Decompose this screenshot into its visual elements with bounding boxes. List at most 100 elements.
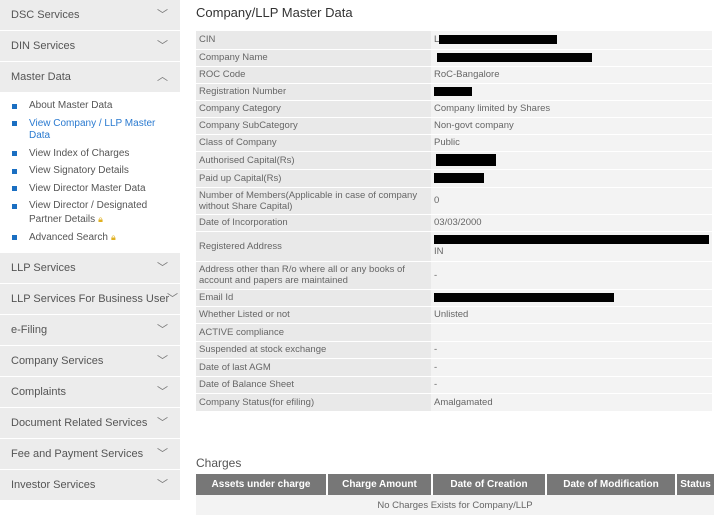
sidebar-item-llp-services-business-user[interactable]: LLP Services For Business User ﹀: [0, 283, 180, 314]
field-value: 0: [431, 187, 712, 215]
submenu-label: View Company / LLP Master Data: [29, 117, 156, 142]
submenu-about-master-data[interactable]: About Master Data: [0, 98, 180, 116]
field-label: Registration Number: [196, 83, 431, 101]
submenu-view-director-master-data[interactable]: View Director Master Data: [0, 181, 180, 199]
chevron-down-icon: ﹀: [157, 9, 168, 21]
redacted-block: [437, 52, 592, 62]
column-header: Charge Amount: [327, 474, 433, 495]
field-value: -: [431, 358, 712, 377]
field-label: Company Status(for efiling): [196, 393, 431, 412]
square-bullet-icon: [12, 186, 17, 191]
sidebar-item-master-data[interactable]: Master Data ︿: [0, 62, 180, 92]
chevron-up-icon: ︿: [157, 71, 168, 83]
submenu-label: View Signatory Details: [29, 165, 129, 176]
sidebar-item-company-services[interactable]: Company Services ﹀: [0, 345, 180, 376]
field-label: Suspended at stock exchange: [196, 341, 431, 359]
square-bullet-icon: [12, 151, 17, 156]
table-row: ACTIVE compliance: [196, 323, 712, 342]
charges-table: Assets under charge Charge Amount Date o…: [196, 474, 714, 515]
chevron-down-icon: ﹀: [157, 40, 168, 52]
submenu-view-index-of-charges[interactable]: View Index of Charges: [0, 146, 180, 164]
field-label: Registered Address: [196, 231, 431, 262]
sidebar-item-investor-services[interactable]: Investor Services ﹀: [0, 469, 180, 500]
field-value: -: [431, 376, 712, 394]
column-header: Assets under charge: [196, 474, 328, 495]
chevron-down-icon: ﹀: [157, 261, 168, 274]
sidebar-item-label: Document Related Services: [11, 416, 148, 429]
column-header: Status: [676, 474, 714, 495]
sidebar-item-din-services[interactable]: DIN Services ﹀: [0, 31, 180, 61]
field-value: 03/03/2000: [431, 214, 712, 232]
sidebar-item-llp-services[interactable]: LLP Services ﹀: [0, 252, 180, 283]
field-label: Email Id: [196, 289, 431, 307]
field-value: [431, 169, 712, 188]
table-row: Registration Number: [196, 83, 712, 101]
table-row: Paid up Capital(Rs): [196, 169, 712, 188]
column-header: Date of Modification: [546, 474, 677, 495]
field-label: ROC Code: [196, 66, 431, 84]
square-bullet-icon: [12, 234, 17, 240]
lock-icon: 🔒︎: [110, 232, 116, 242]
table-row: Address other than R/o where all or any …: [196, 261, 712, 290]
empty-message: No Charges Exists for Company/LLP: [196, 495, 714, 515]
redacted-block: [434, 292, 614, 302]
field-label: Number of Members(Applicable in case of …: [196, 187, 431, 215]
sidebar-item-dsc-services[interactable]: DSC Services ﹀: [0, 0, 180, 30]
field-label: CIN: [196, 31, 431, 50]
charges-header-row: Assets under charge Charge Amount Date o…: [196, 474, 714, 495]
sidebar: DSC Services ﹀ DIN Services ﹀ Master Dat…: [0, 0, 180, 523]
submenu-view-director-designated-partner-details[interactable]: View Director / Designated Partner Detai…: [0, 198, 180, 229]
field-value: RoC-Bangalore: [431, 66, 712, 84]
chevron-down-icon: ﹀: [157, 354, 168, 367]
table-row: Authorised Capital(Rs): [196, 151, 712, 170]
field-label: Company SubCategory: [196, 117, 431, 135]
chevron-down-icon: ﹀: [167, 292, 178, 305]
chevron-down-icon: ﹀: [157, 478, 168, 491]
table-row: Suspended at stock exchange -: [196, 341, 712, 359]
sidebar-item-complaints[interactable]: Complaints ﹀: [0, 376, 180, 407]
submenu-label: View Director / Designated Partner Detai…: [29, 200, 148, 225]
page-title: Company/LLP Master Data: [196, 5, 353, 20]
table-row: Date of Balance Sheet -: [196, 376, 712, 394]
submenu-view-signatory-details[interactable]: View Signatory Details: [0, 163, 180, 181]
table-row: Registered Address IN: [196, 231, 712, 262]
table-row: Class of Company Public: [196, 134, 712, 152]
sidebar-item-e-filing[interactable]: e-Filing ﹀: [0, 314, 180, 345]
column-header: Date of Creation: [432, 474, 547, 495]
table-row: Date of Incorporation 03/03/2000: [196, 214, 712, 232]
sidebar-item-label: Complaints: [11, 385, 67, 398]
field-label: Address other than R/o where all or any …: [196, 261, 431, 290]
redacted-block: [439, 35, 558, 45]
submenu-label: View Index of Charges: [29, 147, 130, 159]
sidebar-item-fee-payment-services[interactable]: Fee and Payment Services ﹀: [0, 438, 180, 469]
submenu-label: About Master Data: [29, 100, 113, 111]
chevron-down-icon: ﹀: [157, 385, 168, 398]
submenu-view-company-llp-master-data[interactable]: View Company / LLP Master Data: [0, 116, 180, 146]
field-label: Whether Listed or not: [196, 306, 431, 324]
field-value: -: [431, 341, 712, 359]
sidebar-item-document-related-services[interactable]: Document Related Services ﹀: [0, 407, 180, 438]
square-bullet-icon: [12, 121, 17, 126]
field-label: Class of Company: [196, 134, 431, 152]
field-value: Unlisted: [431, 306, 712, 324]
table-row: Company Status(for efiling) Amalgamated: [196, 393, 712, 412]
square-bullet-icon: [12, 168, 17, 174]
field-value: Company limited by Shares: [431, 100, 712, 118]
field-label: Company Name: [196, 49, 431, 67]
field-label: Date of Balance Sheet: [196, 376, 431, 394]
field-value: Non-govt company: [431, 117, 712, 135]
sidebar-item-label: Fee and Payment Services: [11, 447, 144, 460]
table-row: ROC Code RoC-Bangalore: [196, 66, 712, 84]
redacted-block: [434, 235, 709, 244]
field-value: Public: [431, 134, 712, 152]
field-label: Date of Incorporation: [196, 214, 431, 232]
field-value: -: [431, 261, 712, 290]
submenu-label: View Director Master Data: [29, 182, 146, 194]
square-bullet-icon: [12, 103, 17, 109]
field-value: [431, 323, 712, 342]
table-row: No Charges Exists for Company/LLP: [196, 495, 714, 515]
chevron-down-icon: ﹀: [157, 416, 168, 429]
field-value: [431, 289, 712, 307]
submenu-advanced-search[interactable]: Advanced Search 🔒︎: [0, 229, 180, 248]
field-value: L: [431, 31, 712, 50]
